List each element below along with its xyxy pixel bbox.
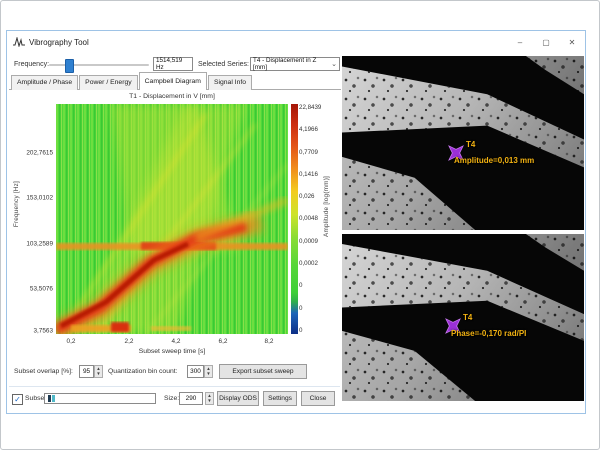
y-axis-label: Frequency [Hz]: [13, 181, 20, 227]
x-tick-label: 6,2: [211, 338, 235, 345]
size-label: Size:: [164, 395, 179, 402]
maximize-button[interactable]: ▢: [533, 31, 559, 53]
selected-series-value: T4 - Displacement in Z [mm]: [253, 57, 331, 71]
chart-title: T1 - Displacement in V [mm]: [97, 93, 247, 100]
colorbar-tick: 0: [299, 305, 327, 312]
frequency-value: 1514,519 Hz: [156, 57, 190, 71]
phase-annotation: Phase=-0,170 rad/PI: [451, 329, 526, 338]
camera-view-amplitude[interactable]: T4 Amplitude=0,013 mm: [342, 56, 584, 230]
spin-down-icon: ▼: [95, 372, 102, 378]
chevron-down-icon: ⌄: [331, 60, 337, 68]
frequency-value-box[interactable]: 1514,519 Hz: [153, 57, 193, 71]
size-value: 290: [186, 395, 197, 402]
size-stepper[interactable]: ▲ ▼: [205, 392, 214, 405]
y-tick-label: 202,7615: [11, 150, 53, 157]
subset-overlap-label: Subset overlap [%]:: [14, 368, 73, 375]
tab-signal-info[interactable]: Signal Info: [208, 75, 252, 90]
campbell-spectrogram-plot[interactable]: [56, 104, 288, 334]
minimize-icon: –: [518, 38, 522, 47]
close-icon: ✕: [569, 38, 576, 47]
colorbar-tick: 0: [299, 282, 327, 289]
subset-overlap-stepper[interactable]: ▲ ▼: [94, 365, 103, 378]
y-tick-label: 3,7563: [11, 328, 53, 335]
frequency-label: Frequency:: [14, 61, 49, 68]
trackbar-handle-accent: [52, 395, 55, 402]
title-bar: Vibrography Tool – ▢ ✕: [7, 31, 585, 53]
colorbar-tick: 0,0002: [299, 260, 327, 267]
tab-power-energy[interactable]: Power / Energy: [79, 75, 137, 90]
window-title: Vibrography Tool: [29, 38, 89, 47]
selected-series-combobox[interactable]: T4 - Displacement in Z [mm] ⌄: [250, 57, 340, 71]
subset-overlap-input[interactable]: 95: [79, 365, 94, 378]
spin-down-icon: ▼: [206, 399, 213, 405]
y-tick-label: 103,2589: [11, 241, 53, 248]
tab-campbell-diagram[interactable]: Campbell Diagram: [139, 72, 207, 90]
colorbar-tick: 0,7709: [299, 149, 327, 156]
colorbar-tick: 0: [299, 327, 327, 334]
marker-id-label: T4: [463, 313, 472, 322]
subset-checkbox[interactable]: ✓: [12, 394, 23, 405]
minimize-button[interactable]: –: [507, 31, 533, 53]
colorbar-axis-label: Amplitude [log(mm)]: [323, 176, 330, 237]
x-tick-label: 4,2: [164, 338, 188, 345]
subset-overlap-value: 95: [83, 368, 90, 375]
camera-view-phase[interactable]: T4 Phase=-0,170 rad/PI: [342, 234, 584, 401]
horizontal-divider: [9, 386, 340, 388]
quantization-bin-stepper[interactable]: ▲ ▼: [204, 365, 213, 378]
quantization-bin-input[interactable]: 300: [187, 365, 204, 378]
close-button[interactable]: Close: [301, 391, 335, 406]
waveform-app-icon: [13, 37, 25, 47]
x-tick-label: 0,2: [59, 338, 83, 345]
colorbar-tick: 22,8439: [299, 104, 327, 111]
y-tick-label: 53,5076: [11, 286, 53, 293]
amplitude-colorbar: [291, 104, 298, 334]
amplitude-annotation: Amplitude=0,013 mm: [454, 156, 534, 165]
x-tick-label: 8,2: [257, 338, 281, 345]
quantization-bin-label: Quantization bin count:: [108, 368, 178, 375]
spin-down-icon: ▼: [205, 372, 212, 378]
selected-series-label: Selected Series:: [198, 61, 249, 68]
tab-amplitude-phase[interactable]: Amplitude / Phase: [11, 75, 78, 90]
check-icon: ✓: [14, 396, 21, 404]
frequency-slider-handle[interactable]: [65, 59, 74, 73]
size-input[interactable]: 290: [179, 392, 203, 405]
export-subset-sweep-button[interactable]: Export subset sweep: [219, 364, 307, 379]
colorbar-tick: 4,1966: [299, 126, 327, 133]
quantization-bin-value: 300: [190, 368, 201, 375]
frequency-slider-track[interactable]: [49, 64, 149, 66]
trackbar-handle[interactable]: [48, 395, 51, 402]
tab-strip: Amplitude / Phase Power / Energy Campbel…: [11, 75, 253, 90]
maximize-icon: ▢: [542, 38, 550, 47]
settings-button[interactable]: Settings: [263, 391, 297, 406]
marker-id-label: T4: [466, 140, 475, 149]
x-tick-label: 2,2: [117, 338, 141, 345]
subset-position-trackbar[interactable]: [44, 393, 156, 404]
vibrography-window: Vibrography Tool – ▢ ✕ Frequency: 1514,5…: [6, 30, 586, 414]
display-ods-button[interactable]: Display ODS: [217, 391, 259, 406]
close-window-button[interactable]: ✕: [559, 31, 585, 53]
colorbar-tick: 0,0009: [299, 238, 327, 245]
x-axis-label: Subset sweep time [s]: [107, 348, 237, 355]
